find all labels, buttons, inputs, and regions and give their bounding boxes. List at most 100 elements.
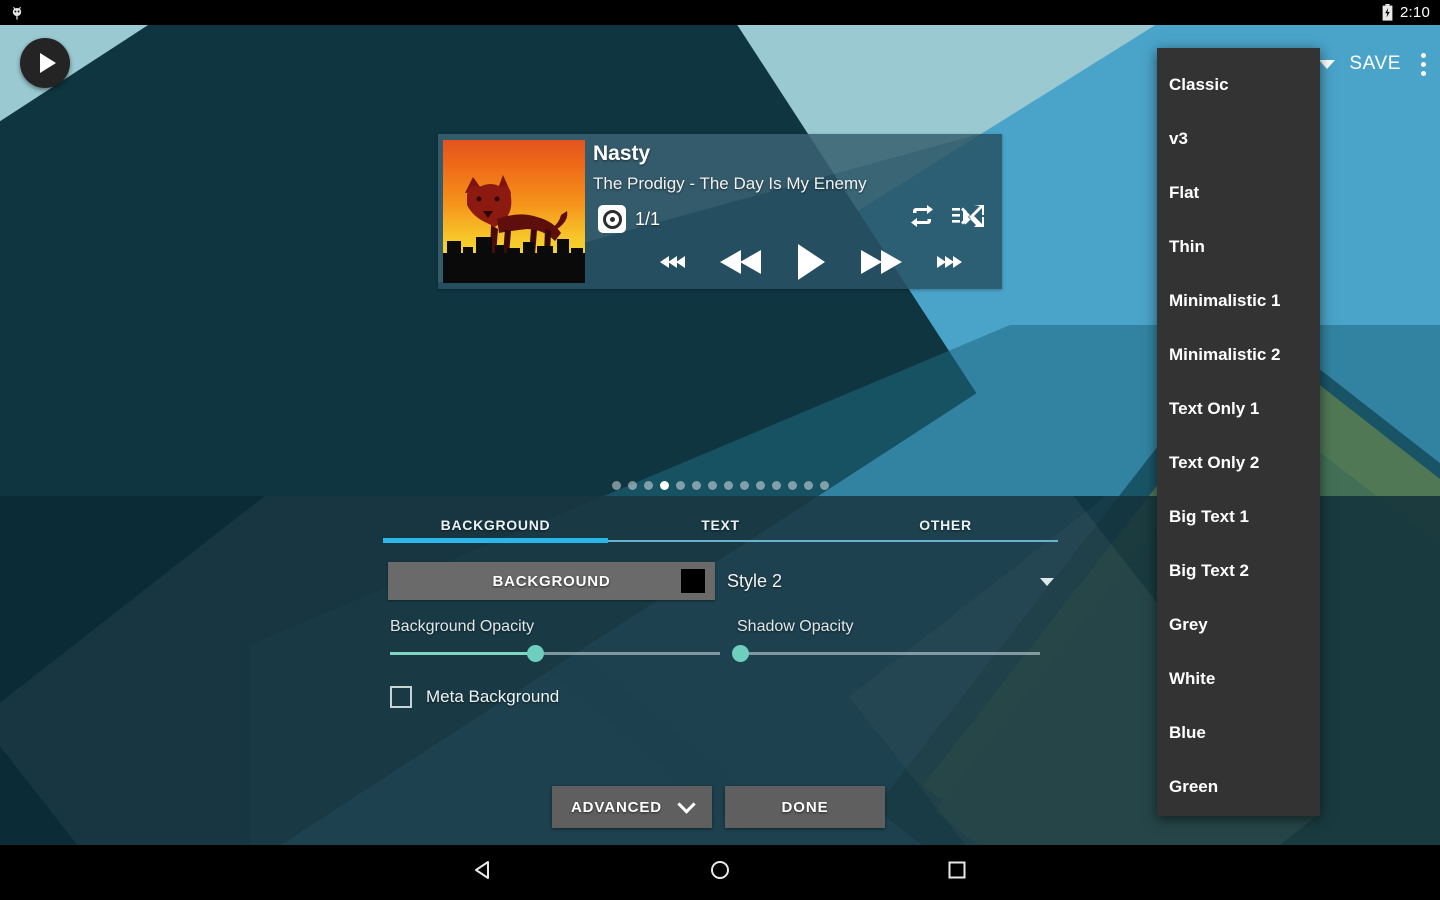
menu-item-label: Minimalistic 2 [1169, 345, 1281, 364]
tab-other[interactable]: OTHER [833, 508, 1058, 542]
play-button[interactable] [794, 242, 828, 287]
back-triangle-icon[interactable] [472, 859, 494, 886]
page-dot[interactable] [771, 481, 781, 490]
menu-item-label: Thin [1169, 237, 1205, 256]
page-dot[interactable] [707, 481, 717, 490]
color-swatch[interactable] [681, 569, 705, 593]
meta-background-row[interactable]: Meta Background [390, 686, 559, 708]
tab-text[interactable]: TEXT [608, 508, 833, 542]
menu-item-label: Classic [1169, 75, 1229, 94]
menu-item[interactable]: Classic [1157, 58, 1320, 112]
background-opacity-slider-block: Background Opacity [390, 618, 720, 662]
page-dot[interactable] [819, 481, 829, 490]
page-dot[interactable] [755, 481, 765, 490]
tab-active-indicator [383, 538, 608, 543]
disc-info: 1/1 [598, 205, 660, 233]
play-icon [39, 53, 56, 73]
track-count: 1/1 [635, 208, 661, 229]
menu-item[interactable]: Flat [1157, 166, 1320, 220]
advanced-button-label: ADVANCED [570, 798, 663, 816]
advanced-button[interactable]: ADVANCED [552, 786, 712, 828]
next-button[interactable] [858, 247, 904, 282]
overflow-menu-icon[interactable] [1415, 52, 1432, 76]
menu-item[interactable]: Green [1157, 760, 1320, 814]
shadow-opacity-slider-block: Shadow Opacity [732, 618, 1040, 662]
menu-item-label: White [1169, 669, 1216, 688]
menu-item-label: Grey [1169, 615, 1208, 634]
panel-tabs[interactable]: BACKGROUND TEXT OTHER [383, 508, 1058, 542]
menu-item-label: v3 [1169, 129, 1188, 148]
page-dot[interactable] [611, 481, 621, 490]
page-dot[interactable] [643, 481, 653, 490]
background-row: BACKGROUND Style 2 [388, 562, 1060, 600]
menu-item[interactable]: Text Only 1 [1157, 382, 1320, 436]
style-spinner[interactable]: Style 2 [727, 562, 1060, 600]
menu-item[interactable]: White [1157, 652, 1320, 706]
status-bar: 2:10 [0, 0, 1440, 25]
battery-charging-icon [1382, 4, 1393, 21]
menu-item[interactable]: Minimalistic 2 [1157, 328, 1320, 382]
shadow-opacity-label: Shadow Opacity [737, 618, 854, 635]
dropdown-caret-icon [1040, 578, 1054, 586]
slider-thumb[interactable] [732, 645, 750, 662]
shadow-opacity-slider[interactable] [732, 645, 1040, 662]
save-button[interactable]: SAVE [1349, 53, 1401, 75]
android-screen: 2:10 Nasty The Prodigy - The Day Is My E… [0, 0, 1440, 900]
rewind-step-button[interactable] [658, 252, 688, 277]
menu-item-label: Big Text 2 [1169, 561, 1249, 580]
menu-item[interactable]: Big Text 2 [1157, 544, 1320, 598]
done-button[interactable]: DONE [725, 786, 885, 828]
meta-background-checkbox[interactable] [390, 686, 412, 708]
navigation-bar[interactable] [0, 845, 1440, 900]
page-dot[interactable] [659, 481, 669, 490]
page-dot[interactable] [675, 481, 685, 490]
menu-item-label: Text Only 1 [1169, 399, 1260, 418]
menu-item-label: Green [1169, 777, 1219, 796]
playback-controls[interactable] [628, 242, 984, 287]
action-bar[interactable]: SAVE [1319, 40, 1432, 88]
page-dot[interactable] [803, 481, 813, 490]
home-circle-icon[interactable] [709, 859, 731, 886]
menu-item-label: Text Only 2 [1169, 453, 1260, 472]
menu-item-label: Minimalistic 1 [1169, 291, 1281, 310]
menu-item[interactable]: Thin [1157, 220, 1320, 274]
style-dropdown-menu[interactable]: Classic v3 Flat Thin Minimalistic 1 Minimalis… [1157, 48, 1320, 816]
disc-icon [598, 205, 626, 233]
previous-button[interactable] [718, 247, 764, 282]
meta-background-label: Meta Background [426, 687, 560, 706]
menu-item-label: Flat [1169, 183, 1200, 202]
menu-item-label: Big Text 1 [1169, 507, 1249, 526]
forward-step-button[interactable] [934, 252, 964, 277]
page-dot[interactable] [627, 481, 637, 490]
menu-item[interactable]: Grey [1157, 598, 1320, 652]
panel-action-buttons[interactable]: ADVANCED DONE [552, 786, 885, 828]
tab-background[interactable]: BACKGROUND [383, 508, 608, 542]
chevron-down-icon [677, 795, 696, 814]
play-floating-button[interactable] [20, 38, 70, 88]
menu-item[interactable]: Blue [1157, 706, 1320, 760]
menu-item[interactable]: v3 [1157, 112, 1320, 166]
background-button-label: BACKGROUND [492, 572, 611, 590]
background-opacity-label: Background Opacity [390, 618, 535, 635]
repeat-icon[interactable] [908, 204, 936, 233]
shuffle-icon[interactable] [952, 204, 984, 233]
track-title: Nasty [593, 142, 651, 165]
menu-item[interactable]: Minimalistic 1 [1157, 274, 1320, 328]
page-dot[interactable] [691, 481, 701, 490]
recents-square-icon[interactable] [946, 859, 968, 886]
done-button-label: DONE [781, 798, 829, 816]
background-color-button[interactable]: BACKGROUND [388, 562, 715, 600]
page-dot[interactable] [739, 481, 749, 490]
menu-item[interactable]: Big Text 1 [1157, 490, 1320, 544]
chevron-down-icon[interactable] [1319, 59, 1336, 69]
music-player-widget[interactable]: Nasty The Prodigy - The Day Is My Enemy … [438, 134, 1002, 289]
menu-item[interactable]: Text Only 2 [1157, 436, 1320, 490]
style-spinner-value: Style 2 [727, 570, 783, 591]
page-dot[interactable] [723, 481, 733, 490]
track-subtitle: The Prodigy - The Day Is My Enemy [593, 174, 867, 193]
bug-report-icon [10, 5, 24, 21]
status-bar-clock: 2:10 [1400, 4, 1430, 21]
album-art[interactable] [443, 140, 585, 283]
background-opacity-slider[interactable] [390, 645, 720, 662]
page-dot[interactable] [787, 481, 797, 490]
